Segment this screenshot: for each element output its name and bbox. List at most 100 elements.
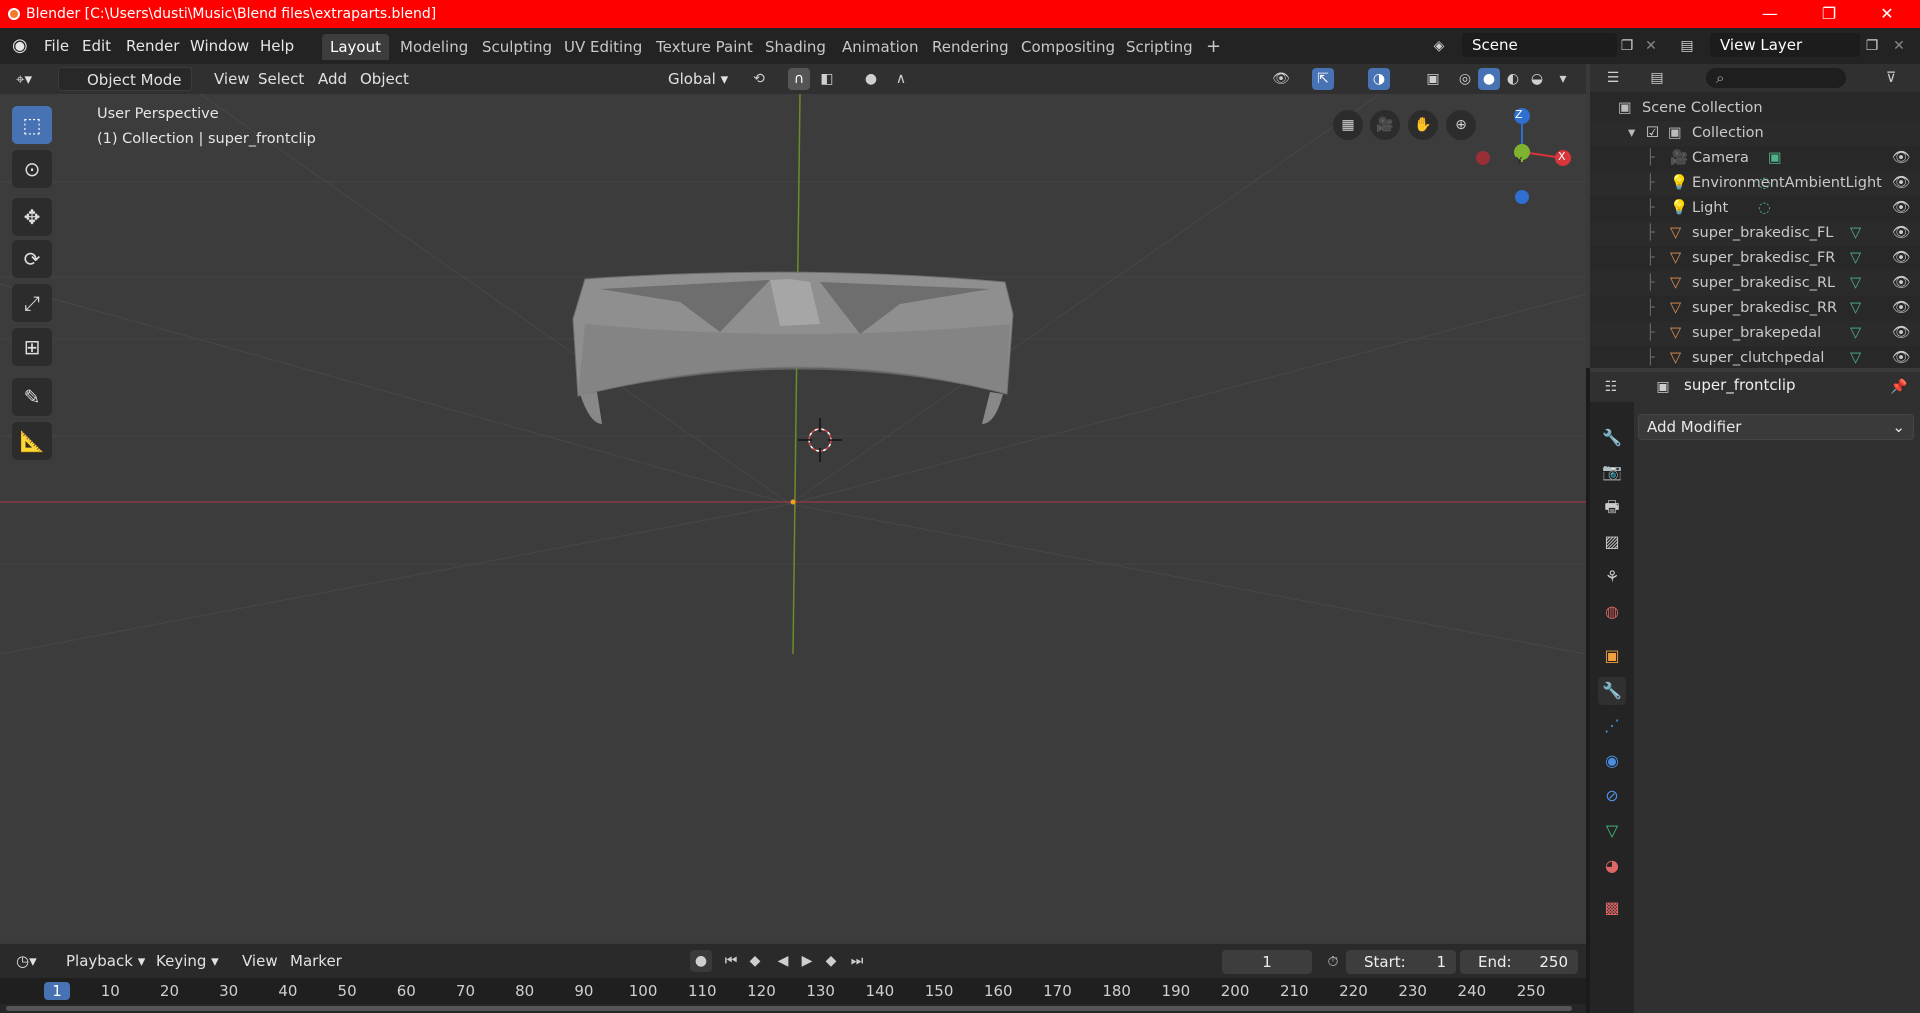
- mesh-object-icon[interactable]: ▽: [1670, 346, 1681, 371]
- scale-tool-icon[interactable]: ⤢: [12, 284, 52, 322]
- tab-rendering[interactable]: Rendering: [924, 34, 1017, 60]
- object-properties-icon[interactable]: ▣: [1598, 642, 1626, 670]
- gizmo-x-label[interactable]: X: [1558, 150, 1566, 163]
- wireframe-shading-icon[interactable]: ◎: [1454, 68, 1476, 90]
- outliner-item[interactable]: ├ 💡 EnvironmentAmbientLight ◌ 👁: [1590, 171, 1920, 196]
- orientation-dropdown[interactable]: Global ▾: [640, 67, 734, 91]
- measure-tool-icon[interactable]: 📐: [12, 422, 52, 460]
- display-mode-icon[interactable]: ▤: [1646, 67, 1668, 89]
- timeline-menu-view[interactable]: View: [236, 949, 284, 973]
- menu-window[interactable]: Window: [190, 28, 249, 64]
- tab-animation[interactable]: Animation: [834, 34, 926, 60]
- texture-properties-icon[interactable]: ▩: [1598, 894, 1626, 922]
- camera-view-icon[interactable]: 🎥: [1370, 110, 1400, 140]
- pan-hand-icon[interactable]: ✋: [1408, 110, 1438, 140]
- menu-edit[interactable]: Edit: [82, 28, 111, 64]
- transform-tool-icon[interactable]: ⊞: [12, 328, 52, 366]
- mesh-data-icon[interactable]: ▽: [1850, 221, 1861, 246]
- timeline-menu-keying[interactable]: Keying ▾: [150, 949, 225, 973]
- eye-icon[interactable]: 👁: [1892, 271, 1910, 296]
- snap-icon[interactable]: ∩: [788, 68, 810, 90]
- view-layer-properties-icon[interactable]: ▨: [1598, 528, 1626, 556]
- light-object-icon[interactable]: 💡: [1670, 196, 1688, 221]
- outliner-item[interactable]: ├ 💡 Light ◌ 👁: [1590, 196, 1920, 221]
- record-icon[interactable]: ●: [690, 950, 712, 972]
- light-data-icon[interactable]: ◌: [1758, 171, 1771, 196]
- camera-data-icon[interactable]: ▣: [1768, 146, 1782, 171]
- gizmo-z-label[interactable]: Z: [1515, 108, 1523, 121]
- physics-properties-icon[interactable]: ◉: [1598, 747, 1626, 775]
- add-workspace-button[interactable]: +: [1198, 34, 1229, 60]
- mesh-data-icon[interactable]: ▽: [1850, 346, 1861, 371]
- timeline-scroll-thumb[interactable]: [6, 1006, 1572, 1011]
- menu-object[interactable]: Object: [354, 67, 415, 91]
- material-properties-icon[interactable]: ◕: [1598, 852, 1626, 880]
- add-modifier-dropdown[interactable]: Add Modifier ⌄: [1638, 414, 1914, 440]
- outliner-item[interactable]: ├ ▽ super_brakepedal ▽ 👁: [1590, 321, 1920, 346]
- snap-target-icon[interactable]: ◧: [816, 68, 838, 90]
- render-properties-icon[interactable]: 📷: [1598, 458, 1626, 486]
- outliner-item[interactable]: ├ ▽ super_clutchpedal ▽ 👁: [1590, 346, 1920, 371]
- material-shading-icon[interactable]: ◐: [1502, 68, 1524, 90]
- eye-icon[interactable]: 👁: [1892, 246, 1910, 271]
- editor-type-icon[interactable]: ⌖▾: [10, 67, 38, 91]
- falloff-icon[interactable]: ∧: [890, 68, 912, 90]
- tool-properties-icon[interactable]: 🔧: [1598, 424, 1626, 452]
- mesh-object-icon[interactable]: ▽: [1670, 271, 1681, 296]
- zoom-icon[interactable]: ⊕: [1446, 110, 1476, 140]
- gizmo-toggle-icon[interactable]: ⇱: [1312, 68, 1334, 90]
- collection-checkbox-icon[interactable]: ☑: [1646, 121, 1659, 146]
- prev-keyframe-icon[interactable]: ◆: [744, 950, 766, 972]
- scene-browse-icon[interactable]: ◈: [1428, 35, 1450, 57]
- mode-dropdown[interactable]: Object Mode: [58, 67, 192, 91]
- data-properties-icon[interactable]: ▽: [1598, 817, 1626, 845]
- rotate-tool-icon[interactable]: ⟳: [12, 240, 52, 278]
- outliner-search-input[interactable]: ⌕: [1706, 68, 1846, 88]
- menu-file[interactable]: File: [44, 28, 69, 64]
- world-properties-icon[interactable]: ◍: [1598, 598, 1626, 626]
- tab-shading[interactable]: Shading: [757, 34, 834, 60]
- delete-view-layer-icon[interactable]: ✕: [1888, 35, 1910, 57]
- outliner-item[interactable]: ├ 🎥 Camera ▣ 👁: [1590, 146, 1920, 171]
- rendered-shading-icon[interactable]: ◒: [1526, 68, 1548, 90]
- particles-properties-icon[interactable]: ⋰: [1598, 712, 1626, 740]
- eye-icon[interactable]: 👁: [1892, 346, 1910, 371]
- view-layer-field[interactable]: View Layer: [1710, 33, 1860, 57]
- overlay-toggle-icon[interactable]: ◑: [1368, 68, 1390, 90]
- output-properties-icon[interactable]: 🖶: [1598, 493, 1626, 521]
- timeline-scrollbar[interactable]: [0, 1004, 1586, 1013]
- tab-layout[interactable]: Layout: [322, 34, 389, 60]
- 3d-viewport[interactable]: Z X Y User Perspective (1) Collection | …: [0, 94, 1586, 942]
- move-tool-icon[interactable]: ✥: [12, 198, 52, 236]
- eye-icon[interactable]: 👁: [1892, 196, 1910, 221]
- select-box-tool-icon[interactable]: ⬚: [12, 106, 52, 144]
- eye-icon[interactable]: 👁: [1892, 221, 1910, 246]
- jump-end-icon[interactable]: ⏭: [846, 950, 868, 972]
- current-frame-field[interactable]: 1: [1222, 950, 1312, 974]
- expand-arrow-icon[interactable]: ▾: [1628, 121, 1635, 146]
- modifier-properties-icon[interactable]: 🔧: [1598, 677, 1626, 705]
- play-reverse-icon[interactable]: ◀: [772, 950, 794, 972]
- annotate-tool-icon[interactable]: ✎: [12, 378, 52, 416]
- tab-texture-paint[interactable]: Texture Paint: [648, 34, 761, 60]
- next-keyframe-icon[interactable]: ◆: [820, 950, 842, 972]
- xray-icon[interactable]: ▣: [1422, 68, 1444, 90]
- outliner-item[interactable]: ├ ▽ super_brakedisc_FL ▽ 👁: [1590, 221, 1920, 246]
- menu-view[interactable]: View: [208, 67, 256, 91]
- menu-add[interactable]: Add: [312, 67, 353, 91]
- mesh-data-icon[interactable]: ▽: [1850, 246, 1861, 271]
- tab-sculpting[interactable]: Sculpting: [474, 34, 560, 60]
- properties-editor-type-icon[interactable]: ☷: [1600, 376, 1622, 398]
- menu-select[interactable]: Select: [252, 67, 310, 91]
- jump-start-icon[interactable]: ⏮: [720, 950, 742, 972]
- new-view-layer-icon[interactable]: ❐: [1861, 35, 1883, 57]
- mesh-object-icon[interactable]: ▽: [1670, 221, 1681, 246]
- outliner-editor-type-icon[interactable]: ☰: [1602, 67, 1624, 89]
- shading-options-icon[interactable]: ▾: [1552, 68, 1574, 90]
- timeline-menu-playback[interactable]: Playback ▾: [60, 949, 151, 973]
- mesh-object-icon[interactable]: ▽: [1670, 296, 1681, 321]
- menu-render[interactable]: Render: [126, 28, 179, 64]
- mesh-object-icon[interactable]: ▽: [1670, 246, 1681, 271]
- scene-properties-icon[interactable]: ⚘: [1598, 563, 1626, 591]
- mesh-data-icon[interactable]: ▽: [1850, 296, 1861, 321]
